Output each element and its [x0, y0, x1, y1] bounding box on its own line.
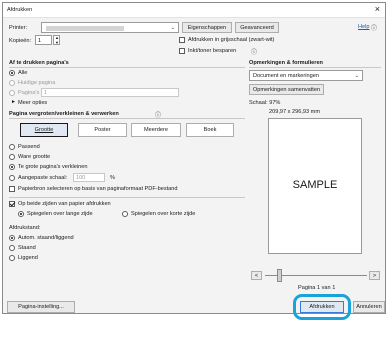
scale-readout: Schaal: 97%: [249, 100, 281, 106]
sizing-heading: Pagina vergroten/verkleinen & verwerken: [9, 111, 119, 117]
comments-select-value: Document en markeringen: [253, 73, 319, 79]
screenshot-frame: Afdrukken × Printer: ⌄ Eigenschappen Gea…: [0, 0, 390, 345]
print-preview: SAMPLE: [268, 118, 362, 254]
orientation-landscape-label: Liggend: [18, 255, 38, 261]
duplex-label: Op beide zijden van papier afdrukken: [18, 201, 111, 207]
page-slider-thumb[interactable]: [277, 269, 282, 282]
separator: [9, 67, 245, 68]
tab-booklet[interactable]: Boek: [186, 123, 234, 137]
page-setup-button[interactable]: Pagina-instelling...: [7, 301, 75, 313]
orientation-landscape-radio[interactable]: [9, 255, 15, 261]
separator: [249, 67, 381, 68]
stepper-down-icon[interactable]: ▼: [55, 40, 59, 45]
duplex-checkbox[interactable]: [9, 201, 15, 207]
copies-input[interactable]: 1: [35, 35, 52, 45]
separator: [9, 197, 245, 198]
chevron-left-icon: <: [254, 273, 259, 279]
flip-short-edge-radio[interactable]: [122, 211, 128, 217]
save-ink-checkbox[interactable]: [179, 48, 185, 54]
expand-icon[interactable]: ►: [11, 99, 16, 105]
printer-label: Printer:: [9, 25, 28, 31]
custom-scale-value: 100: [76, 175, 86, 181]
pages-range-label: Pagina's: [18, 90, 40, 96]
tab-poster[interactable]: Poster: [78, 123, 127, 137]
custom-scale-unit: %: [110, 175, 115, 181]
paper-source-checkbox[interactable]: [9, 186, 15, 192]
print-dialog: Afdrukken × Printer: ⌄ Eigenschappen Gea…: [2, 2, 386, 320]
pages-current-label: Huidige pagina: [18, 80, 56, 86]
chevron-down-icon: ⌄: [170, 25, 175, 31]
help-link[interactable]: Help: [358, 24, 370, 30]
fit-radio[interactable]: [9, 144, 15, 150]
orientation-auto-label: Autom. staand/liggend: [18, 235, 74, 241]
paper-source-label: Papierbron selecteren op basis van pagin…: [18, 186, 178, 192]
next-page-button[interactable]: >: [369, 271, 380, 280]
chevron-down-icon: ⌄: [354, 73, 359, 79]
orientation-portrait-label: Staand: [18, 245, 36, 251]
tab-multiple[interactable]: Meerdere: [131, 123, 181, 137]
custom-scale-label: Aangepaste schaal:: [18, 175, 68, 181]
pages-range-value: 1: [44, 90, 48, 96]
save-ink-label: Inkt/toner besparen: [188, 48, 237, 54]
separator: [9, 118, 245, 119]
pages-range-input[interactable]: 1: [41, 88, 179, 97]
copies-stepper[interactable]: ▲ ▼: [53, 35, 60, 45]
properties-button[interactable]: Eigenschappen: [182, 22, 232, 33]
comments-heading: Opmerkingen & formulieren: [249, 60, 323, 66]
custom-scale-input[interactable]: 100: [73, 173, 105, 182]
copies-value: 1: [38, 38, 42, 44]
chevron-right-icon: >: [372, 273, 377, 279]
actual-size-radio[interactable]: [9, 154, 15, 160]
flip-long-edge-label: Spiegelen over lange zijde: [27, 211, 93, 217]
tab-size[interactable]: Grootte: [20, 123, 68, 137]
print-button[interactable]: Afdrukken: [300, 301, 344, 313]
flip-short-edge-label: Spiegelen over korte zijde: [131, 211, 196, 217]
advanced-button[interactable]: Geavanceerd: [235, 22, 279, 33]
fit-label: Passend: [18, 144, 40, 150]
flip-long-edge-radio[interactable]: [18, 211, 24, 217]
grayscale-label: Afdrukken in grijsschaal (zwart-wit): [188, 37, 275, 43]
pages-range-radio[interactable]: [9, 90, 15, 96]
orientation-portrait-radio[interactable]: [9, 245, 15, 251]
preview-sample-text: SAMPLE: [292, 179, 338, 191]
info-icon[interactable]: ⓘ: [251, 47, 257, 56]
page-dimensions: 209,97 x 296,93 mm: [269, 109, 320, 115]
tab-size-label: Grootte: [34, 127, 54, 133]
pages-all-label: Alle: [18, 70, 28, 76]
shrink-label: Te grote pagina's verkleinen: [18, 164, 88, 170]
page-counter: Pagina 1 van 1: [298, 285, 336, 291]
orientation-heading: Afdrukstand:: [9, 225, 41, 231]
pages-heading: Af te drukken pagina's: [9, 60, 69, 66]
orientation-auto-radio[interactable]: [9, 235, 15, 241]
more-options-link[interactable]: Meer opties: [18, 100, 47, 106]
summarize-comments-button[interactable]: Opmerkingen samenvatten: [249, 84, 324, 95]
printer-name-redacted: [46, 26, 124, 31]
cancel-button[interactable]: Annuleren: [353, 301, 385, 313]
title-bar: Afdrukken ×: [3, 3, 385, 18]
pages-all-radio[interactable]: [9, 70, 15, 76]
custom-scale-radio[interactable]: [9, 175, 15, 181]
shrink-radio[interactable]: [9, 164, 15, 170]
previous-page-button[interactable]: <: [251, 271, 262, 280]
actual-size-label: Ware grootte: [18, 154, 51, 160]
comments-select[interactable]: Document en markeringen ⌄: [249, 70, 363, 81]
pages-current-radio[interactable]: [9, 80, 15, 86]
copies-label: Kopieën:: [9, 38, 32, 44]
window-title: Afdrukken: [7, 7, 33, 13]
printer-select[interactable]: ⌄: [41, 22, 179, 33]
close-icon[interactable]: ×: [375, 5, 380, 14]
grayscale-checkbox[interactable]: [179, 37, 185, 43]
help-icon[interactable]: ⓘ: [371, 23, 377, 32]
